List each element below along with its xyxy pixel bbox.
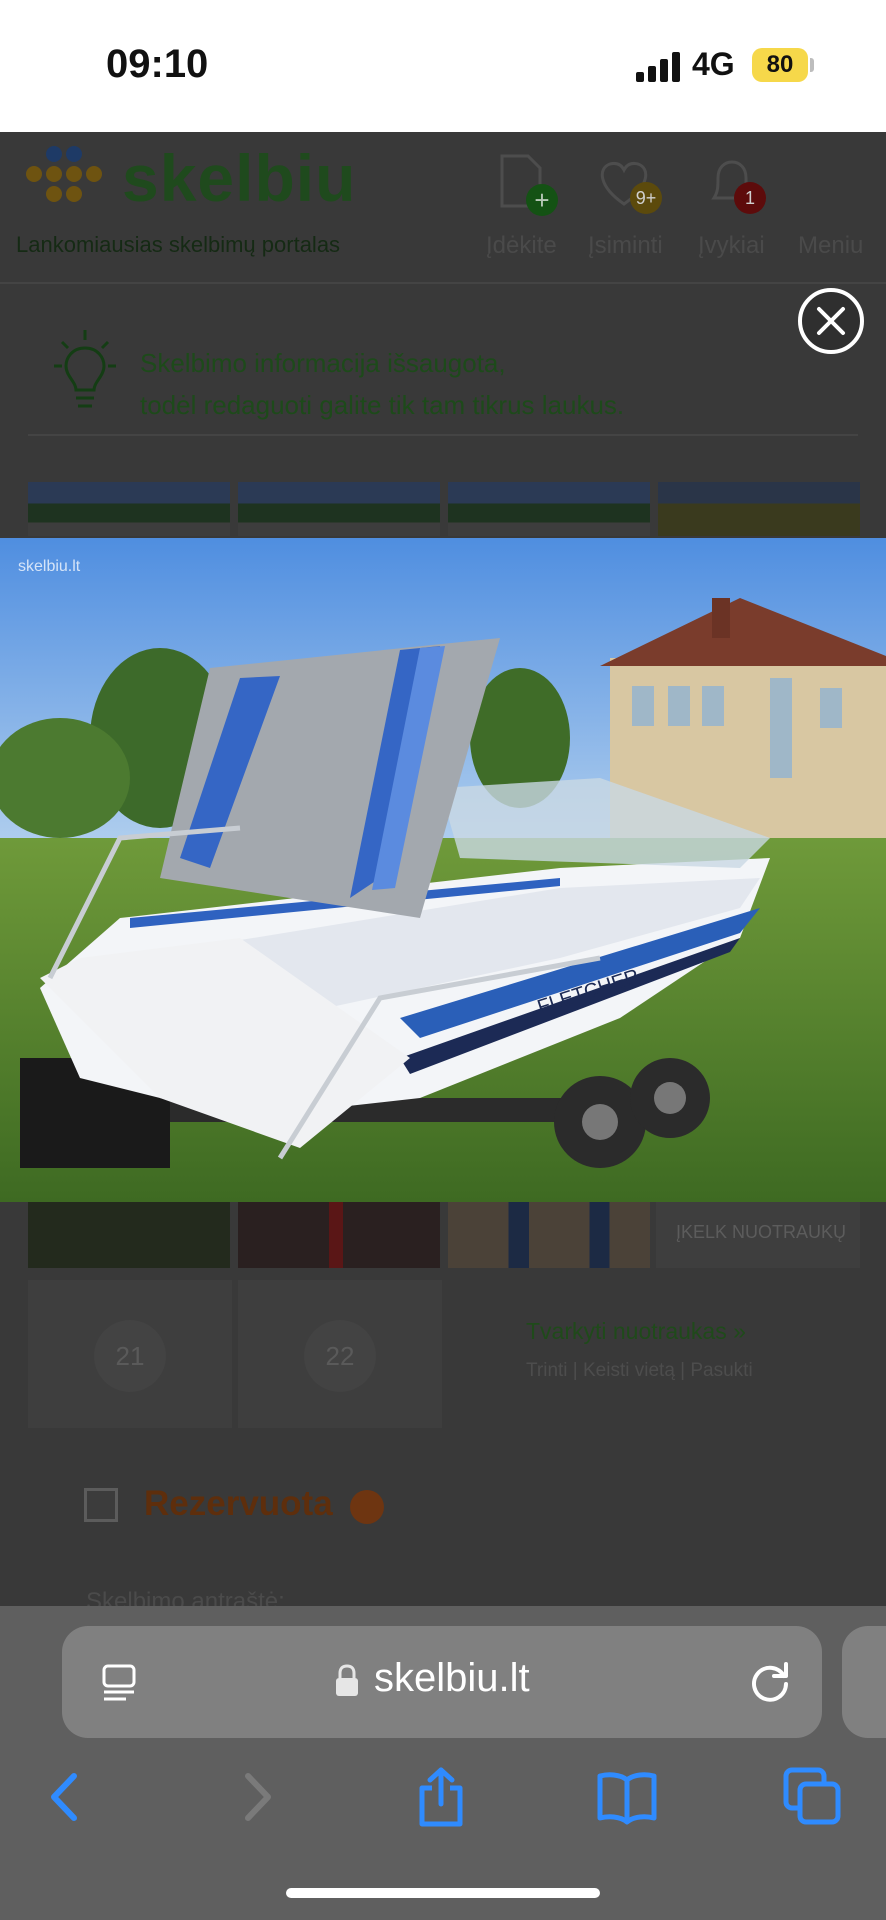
reader-mode-icon[interactable] xyxy=(100,1664,142,1702)
url-text[interactable]: skelbiu.lt xyxy=(374,1656,530,1701)
photo-thumbnail[interactable] xyxy=(238,482,440,536)
slot-number: 22 xyxy=(304,1320,376,1392)
heart-badge: 9+ xyxy=(630,182,662,214)
save-notice-line-1: Skelbimo informacija išsaugota, xyxy=(140,348,506,378)
enlarged-photo[interactable]: FLETCHER skelbiu.lt xyxy=(0,538,886,1202)
site-tagline: Lankomiausias skelbimų portalas xyxy=(16,232,341,257)
slot-number: 21 xyxy=(94,1320,166,1392)
network-type: 4G xyxy=(692,46,735,82)
back-icon[interactable] xyxy=(34,1766,96,1828)
boat-photo: FLETCHER xyxy=(0,538,886,1202)
photo-thumbnail[interactable] xyxy=(658,482,860,536)
site-header: skelbiu Lankomiausias skelbimų portalas … xyxy=(0,132,886,284)
photo-thumbnail[interactable] xyxy=(28,1202,230,1268)
photo-thumbnail[interactable] xyxy=(448,1202,650,1268)
reserved-checkbox[interactable] xyxy=(84,1488,118,1522)
close-icon xyxy=(817,307,845,335)
status-time: 09:10 xyxy=(106,42,209,86)
bell-badge: 1 xyxy=(734,182,766,214)
reserved-label: Rezervuota xyxy=(144,1484,333,1523)
manage-photos-link[interactable]: Tvarkyti nuotraukas » xyxy=(526,1318,746,1345)
reload-icon[interactable] xyxy=(748,1658,794,1704)
photo-watermark: skelbiu.lt xyxy=(18,558,81,575)
logo-mark-icon xyxy=(18,146,102,210)
upload-photos-button[interactable]: ĮKELK NUOTRAUKŲ xyxy=(656,1202,860,1268)
photo-thumbnail[interactable] xyxy=(238,1202,440,1268)
save-notice-line-2: todėl redaguoti galite tik tam tikrus la… xyxy=(140,390,625,420)
empty-photo-slot[interactable]: 21 xyxy=(28,1280,232,1428)
photo-actions[interactable]: Trinti | Keisti vietą | Pasukti xyxy=(526,1360,753,1382)
nav-events-label[interactable]: Įvykiai xyxy=(698,232,765,260)
add-badge-icon: + xyxy=(526,184,558,216)
close-viewer-button[interactable] xyxy=(798,288,864,354)
battery-level: 80 xyxy=(752,48,808,82)
share-icon[interactable] xyxy=(410,1766,472,1828)
photo-thumbnail[interactable] xyxy=(448,482,650,536)
tabs-icon[interactable] xyxy=(782,1766,844,1828)
ad-title-label: Skelbimo antraštė: xyxy=(86,1588,285,1606)
clock-icon xyxy=(350,1490,384,1524)
bookmarks-icon[interactable] xyxy=(596,1766,658,1828)
divider xyxy=(28,434,858,436)
home-indicator xyxy=(286,1888,600,1898)
lock-icon xyxy=(336,1664,358,1696)
nav-add-label[interactable]: Įdėkite xyxy=(486,232,557,260)
nav-save-label[interactable]: Įsiminti xyxy=(588,232,663,260)
address-bar[interactable]: skelbiu.lt xyxy=(62,1626,822,1738)
browser-toolbar: skelbiu.lt xyxy=(0,1606,886,1920)
battery-icon xyxy=(810,58,814,72)
empty-photo-slot[interactable]: 22 xyxy=(238,1280,442,1428)
forward-icon[interactable] xyxy=(226,1766,288,1828)
next-tab-preview[interactable] xyxy=(842,1626,886,1738)
nav-menu-label[interactable]: Meniu xyxy=(798,232,863,260)
photo-thumbnail[interactable] xyxy=(28,482,230,536)
save-notice: Skelbimo informacija išsaugota, todėl re… xyxy=(140,342,624,426)
cellular-signal-icon xyxy=(636,50,682,82)
site-logo[interactable]: skelbiu xyxy=(122,140,356,216)
lightbulb-icon xyxy=(54,330,116,408)
upload-photos-label: ĮKELK NUOTRAUKŲ xyxy=(676,1222,847,1242)
status-bar: 09:10 4G 80 xyxy=(0,0,886,132)
